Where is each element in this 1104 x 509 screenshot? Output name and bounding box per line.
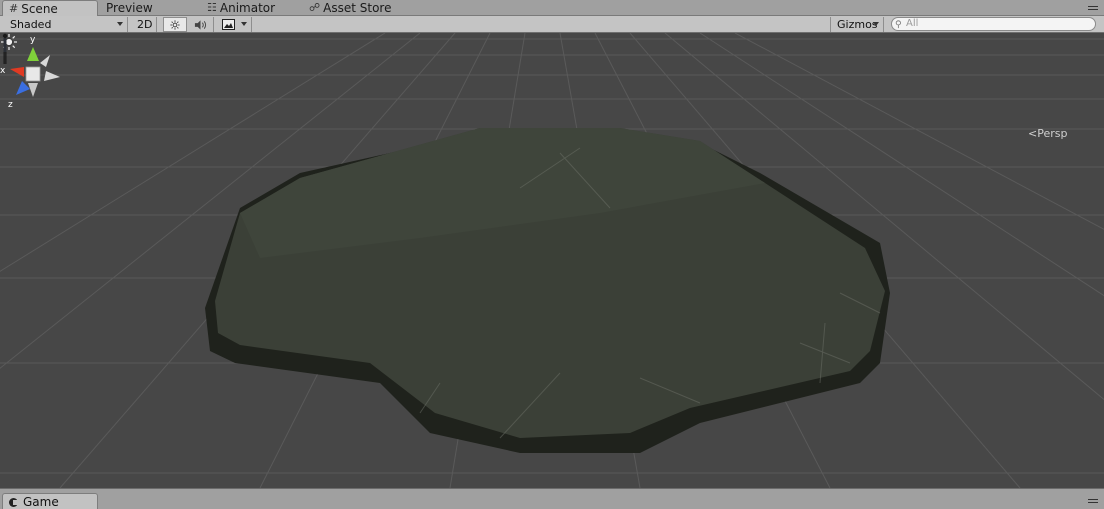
tab-animator-label: Animator <box>219 1 276 15</box>
search-icon: ⚲ <box>895 20 902 30</box>
search-placeholder: All <box>906 18 919 29</box>
gizmos-label: Gizmos <box>837 17 878 31</box>
draw-mode-dropdown[interactable]: Shaded <box>4 17 128 32</box>
scene-viewport[interactable]: y x z <Persp <box>0 33 1104 488</box>
2d-label: 2D <box>137 17 153 31</box>
tab-scene[interactable]: # Scene <box>2 0 98 17</box>
tab-preview-label: Preview <box>106 1 153 15</box>
gizmo-z-label: z <box>8 100 13 110</box>
gizmo-x-label: x <box>0 66 6 76</box>
orientation-gizmo[interactable]: y x z <box>0 33 70 113</box>
tab-preview[interactable]: Preview <box>106 0 153 16</box>
tab-menu-icon[interactable] <box>1088 6 1098 14</box>
tab-menu-icon[interactable] <box>1088 499 1098 507</box>
scene-lighting-toggle[interactable] <box>163 17 187 32</box>
speaker-icon <box>194 19 207 30</box>
store-icon: ☍ <box>309 1 321 14</box>
projection-toggle[interactable]: <Persp <box>1028 127 1067 140</box>
gizmos-dropdown[interactable]: Gizmos <box>830 17 884 32</box>
scene-effects-dropdown[interactable] <box>216 17 252 32</box>
editor-tab-bar: # Scene Preview ☷ Animator ☍ Asset Store <box>0 0 1104 17</box>
tab-asset-store[interactable]: ☍ Asset Store <box>309 0 391 16</box>
projection-label: Persp <box>1037 127 1068 140</box>
game-icon <box>9 497 18 507</box>
scene-search-input[interactable]: ⚲ All <box>891 17 1096 31</box>
chevron-left-icon: < <box>1028 127 1038 140</box>
tab-scene-label: Scene <box>21 2 58 16</box>
draw-mode-label: Shaded <box>10 17 52 31</box>
image-icon <box>222 19 235 30</box>
tab-game-label: Game <box>23 495 59 509</box>
2d-toggle-button[interactable]: 2D <box>131 17 157 32</box>
grid-icon: # <box>9 2 19 15</box>
tab-animator[interactable]: ☷ Animator <box>207 0 275 16</box>
chevron-down-icon <box>241 22 247 26</box>
scene-render <box>0 33 1104 488</box>
bottom-tab-bar: Game <box>0 488 1104 509</box>
chevron-down-icon <box>117 22 123 26</box>
tab-asset-store-label: Asset Store <box>323 1 392 15</box>
chevron-down-icon <box>873 22 879 26</box>
gizmo-y-label: y <box>30 35 36 45</box>
animator-icon: ☷ <box>207 1 217 14</box>
scene-audio-toggle[interactable] <box>188 17 214 32</box>
sun-icon <box>170 19 180 30</box>
tab-game[interactable]: Game <box>2 493 98 509</box>
scene-toolbar: Shaded 2D Gizmos ⚲ All <box>0 16 1104 33</box>
